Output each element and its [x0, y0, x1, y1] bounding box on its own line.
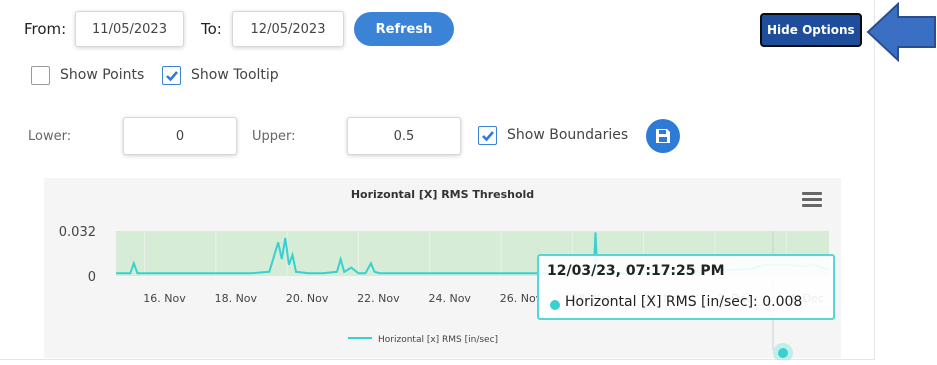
y-tick-label: 0.032	[59, 225, 96, 240]
tooltip-series-marker	[550, 300, 560, 310]
chart-options-panel: From: 11/05/2023 To: 12/05/2023 Refresh …	[0, 0, 875, 360]
hover-marker	[778, 348, 788, 358]
tooltip-series-text: Horizontal [X] RMS [in/sec]: 0.008	[565, 294, 802, 310]
left-arrow-icon	[866, 2, 936, 62]
tooltip-series-label: Horizontal [X] RMS [in/sec]:	[565, 294, 758, 310]
tooltip-value: 0.008	[762, 294, 803, 310]
chart-tooltip: 12/03/23, 07:17:25 PM Horizontal [X] RMS…	[537, 254, 835, 320]
x-tick-label: 16. Nov	[143, 292, 186, 305]
x-tick-label: 22. Nov	[357, 292, 400, 305]
tooltip-timestamp: 12/03/23, 07:17:25 PM	[547, 263, 725, 279]
x-tick-label: 18. Nov	[215, 292, 258, 305]
y-tick-label: 0	[88, 270, 96, 285]
legend-label: Horizontal [x] RMS [in/sec]	[378, 335, 498, 345]
x-tick-label: 20. Nov	[286, 292, 329, 305]
x-tick-label: 24. Nov	[428, 292, 471, 305]
